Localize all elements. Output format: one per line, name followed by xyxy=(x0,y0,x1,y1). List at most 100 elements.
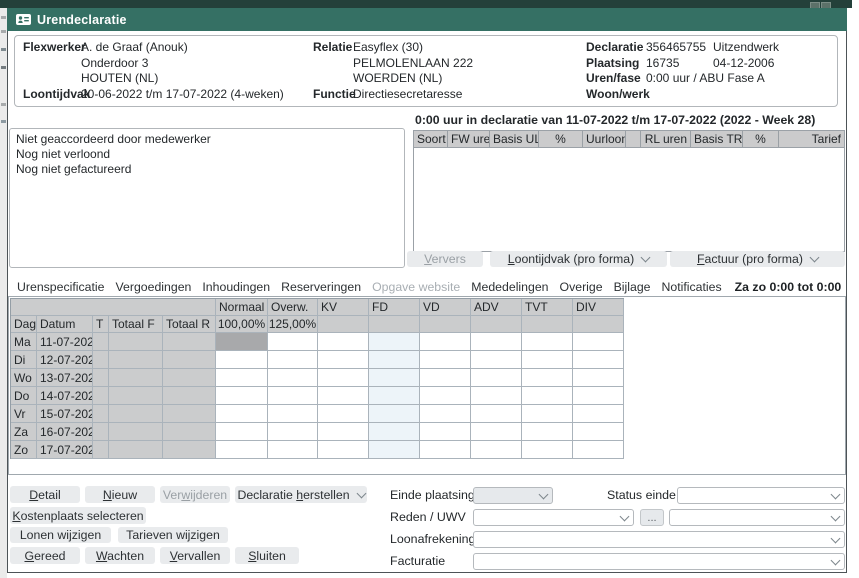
lonen-wijzigen-button[interactable]: Lonen wijzigen xyxy=(10,527,111,543)
uwv-select[interactable] xyxy=(669,509,845,526)
tab-mededelingen[interactable]: Mededelingen xyxy=(471,280,548,294)
hours-cell[interactable] xyxy=(216,387,268,405)
detail-button[interactable]: Detail xyxy=(10,486,80,503)
hours-cell[interactable] xyxy=(471,333,522,351)
tab-overige[interactable]: Overige xyxy=(560,280,603,294)
hours-cell[interactable] xyxy=(420,441,471,459)
hours-cell[interactable] xyxy=(268,441,318,459)
chevron-down-icon xyxy=(831,512,841,522)
grid-header-div: DIV xyxy=(573,299,624,316)
reden-select[interactable] xyxy=(473,509,634,526)
hours-cell[interactable] xyxy=(420,405,471,423)
facturatie-select[interactable] xyxy=(473,553,845,570)
hours-cell[interactable] xyxy=(573,387,624,405)
rates-table-body[interactable] xyxy=(414,148,844,251)
hours-cell[interactable] xyxy=(471,351,522,369)
hours-cell[interactable] xyxy=(573,441,624,459)
nieuw-button[interactable]: Nieuw xyxy=(85,486,155,503)
hours-cell[interactable] xyxy=(318,333,369,351)
hours-cell[interactable] xyxy=(369,405,420,423)
sluiten-button[interactable]: Sluiten xyxy=(235,547,299,564)
hours-cell[interactable] xyxy=(268,351,318,369)
hours-cell[interactable] xyxy=(471,405,522,423)
wachten-button[interactable]: Wachten xyxy=(85,547,155,564)
reden-more-button[interactable]: ... xyxy=(640,509,664,526)
status-line: Nog niet gefactureerd xyxy=(16,162,398,177)
hours-cell[interactable] xyxy=(471,441,522,459)
hours-cell[interactable] xyxy=(522,387,573,405)
hours-cell[interactable] xyxy=(216,405,268,423)
window-titlebar[interactable]: Urendeclaratie xyxy=(7,8,847,31)
hours-cell[interactable] xyxy=(471,387,522,405)
hours-cell[interactable] xyxy=(216,423,268,441)
hours-cell[interactable] xyxy=(369,423,420,441)
grid-day: Wo xyxy=(11,369,37,387)
hours-cell[interactable] xyxy=(268,405,318,423)
hours-cell[interactable] xyxy=(216,351,268,369)
chevron-down-icon xyxy=(641,253,651,263)
hours-cell[interactable] xyxy=(522,423,573,441)
hours-cell[interactable] xyxy=(268,333,318,351)
tab-reserveringen[interactable]: Reserveringen xyxy=(281,280,361,294)
hours-cell[interactable] xyxy=(471,369,522,387)
gereed-button[interactable]: Gereed xyxy=(10,547,80,564)
flexwerker-name: A. de Graaf (Anouk) xyxy=(81,40,188,56)
hours-cell[interactable] xyxy=(522,333,573,351)
tab-vergoedingen[interactable]: Vergoedingen xyxy=(115,280,191,294)
verwijderen-button: Verwijderen xyxy=(160,486,230,503)
hours-cell[interactable] xyxy=(318,351,369,369)
hours-cell[interactable] xyxy=(268,387,318,405)
hours-cell[interactable] xyxy=(318,423,369,441)
hours-cell[interactable] xyxy=(573,351,624,369)
hours-cell[interactable] xyxy=(522,351,573,369)
window-title: Urendeclaratie xyxy=(37,13,127,27)
hours-cell[interactable] xyxy=(573,405,624,423)
hours-cell[interactable] xyxy=(573,423,624,441)
hours-cell[interactable] xyxy=(420,369,471,387)
tab-bijlage[interactable]: Bijlage xyxy=(614,280,651,294)
hours-cell-selected[interactable] xyxy=(216,333,268,351)
einde-plaatsing-select[interactable] xyxy=(473,487,553,504)
hours-cell[interactable] xyxy=(522,441,573,459)
kostenplaats-selecteren-button[interactable]: Kostenplaats selecteren xyxy=(10,507,146,524)
hours-cell[interactable] xyxy=(420,351,471,369)
col-soort: Soort xyxy=(414,131,448,147)
grid-day: Vr xyxy=(11,405,37,423)
hours-cell[interactable] xyxy=(420,387,471,405)
hours-cell[interactable] xyxy=(420,333,471,351)
status-einde-label: Status einde xyxy=(607,487,676,504)
hours-cell[interactable] xyxy=(318,387,369,405)
tab-urenspecificatie[interactable]: Urenspecificatie xyxy=(17,280,104,294)
loonafrekening-select[interactable] xyxy=(473,531,845,548)
hours-cell[interactable] xyxy=(369,369,420,387)
hours-cell[interactable] xyxy=(268,369,318,387)
hours-cell[interactable] xyxy=(522,405,573,423)
urenfase-value: 0:00 uur / ABU Fase A xyxy=(646,71,765,87)
hours-cell[interactable] xyxy=(369,441,420,459)
hours-cell[interactable] xyxy=(369,333,420,351)
loontijdvak-pro-forma-button[interactable]: Loontijdvak (pro forma) xyxy=(490,251,667,267)
status-einde-select[interactable] xyxy=(677,487,845,504)
hours-cell[interactable] xyxy=(216,441,268,459)
tab-notificaties[interactable]: Notificaties xyxy=(662,280,722,294)
hours-cell[interactable] xyxy=(471,423,522,441)
hours-cell[interactable] xyxy=(318,441,369,459)
hours-cell[interactable] xyxy=(216,369,268,387)
declaratie-herstellen-button[interactable]: Declaratie herstellen xyxy=(235,486,367,503)
hours-cell[interactable] xyxy=(420,423,471,441)
tarieven-wijzigen-button[interactable]: Tarieven wijzigen xyxy=(118,527,228,543)
grid-day: Di xyxy=(11,351,37,369)
hours-cell[interactable] xyxy=(318,405,369,423)
hours-cell[interactable] xyxy=(369,351,420,369)
hours-cell[interactable] xyxy=(522,369,573,387)
vervallen-button[interactable]: Vervallen xyxy=(160,547,230,564)
hours-cell[interactable] xyxy=(318,369,369,387)
hours-cell[interactable] xyxy=(268,423,318,441)
hours-cell[interactable] xyxy=(573,369,624,387)
hours-cell[interactable] xyxy=(573,333,624,351)
factuur-pro-forma-button[interactable]: Factuur (pro forma) xyxy=(670,251,845,267)
hours-cell[interactable] xyxy=(369,387,420,405)
screen: Urendeclaratie FlexwerkerA. de Graaf (An… xyxy=(0,0,859,578)
tab-inhoudingen[interactable]: Inhoudingen xyxy=(202,280,270,294)
grid-day: Do xyxy=(11,387,37,405)
